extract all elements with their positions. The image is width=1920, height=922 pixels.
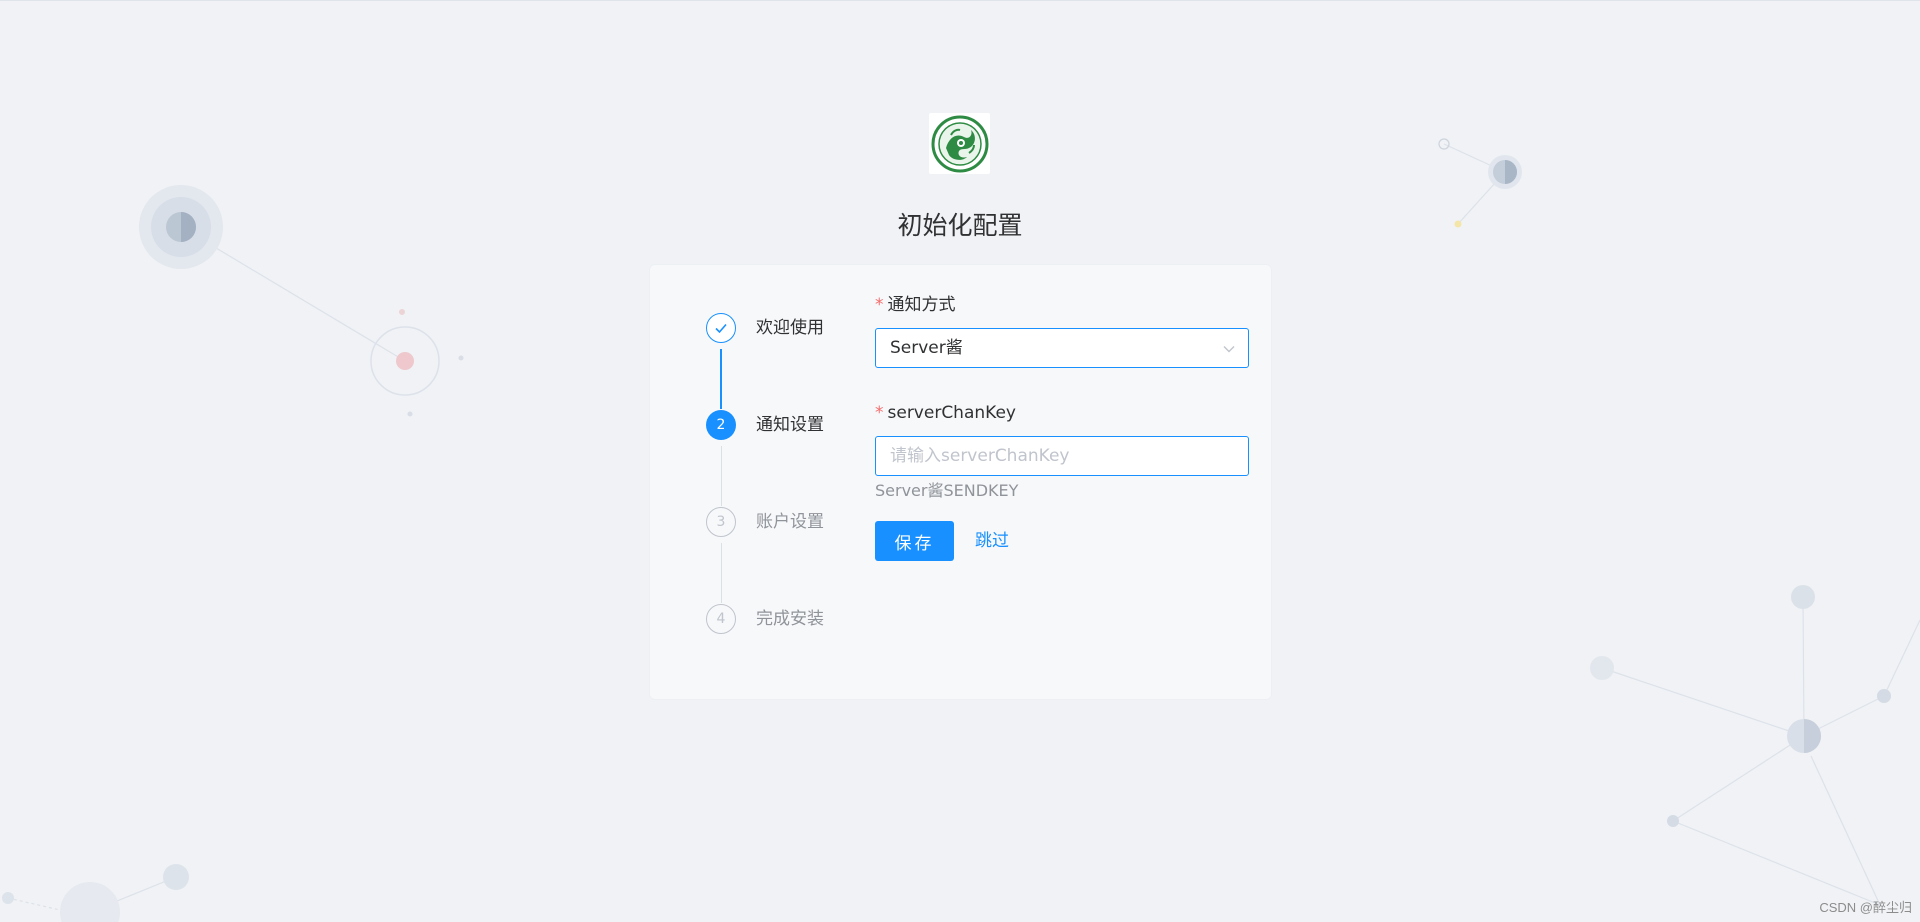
step-label: 完成安装 xyxy=(756,609,824,629)
step-finish: 4 完成安装 xyxy=(706,604,866,634)
required-mark: * xyxy=(875,295,884,315)
server-chan-key-input[interactable] xyxy=(875,436,1249,476)
step-welcome: 欢迎使用 xyxy=(706,313,866,343)
server-chan-key-label: * serverChanKey xyxy=(875,401,1016,425)
step-number: 4 xyxy=(706,604,736,634)
step-number: 2 xyxy=(706,410,736,440)
notify-method-label-text: 通知方式 xyxy=(887,295,956,315)
chevron-down-icon xyxy=(1223,346,1235,353)
step-check-circle xyxy=(706,313,736,343)
page-title: 初始化配置 xyxy=(897,211,1023,240)
server-chan-key-help: Server酱SENDKEY xyxy=(875,481,1019,500)
notify-method-value: Server酱 xyxy=(890,338,963,358)
step-connector-2 xyxy=(721,446,722,506)
skip-link[interactable]: 跳过 xyxy=(975,521,1009,561)
step-label: 欢迎使用 xyxy=(756,318,824,338)
app-logo xyxy=(929,113,990,174)
step-number: 3 xyxy=(706,507,736,537)
watermark: CSDN @醉尘归 xyxy=(1819,900,1912,915)
server-chan-key-label-text: serverChanKey xyxy=(887,403,1016,423)
step-account: 3 账户设置 xyxy=(706,507,866,537)
setup-card: 欢迎使用 2 通知设置 3 账户设置 4 完成安装 * 通知方式 Server酱 … xyxy=(649,264,1272,700)
notify-method-select[interactable]: Server酱 xyxy=(875,328,1249,368)
save-button[interactable]: 保存 xyxy=(875,521,954,561)
step-label: 通知设置 xyxy=(756,415,824,435)
steps: 欢迎使用 2 通知设置 3 账户设置 4 完成安装 xyxy=(706,313,866,653)
required-mark: * xyxy=(875,403,884,423)
check-icon xyxy=(715,323,727,334)
step-notification: 2 通知设置 xyxy=(706,410,866,440)
step-label: 账户设置 xyxy=(756,512,824,532)
dragon-emblem-icon xyxy=(931,115,988,172)
step-connector-3 xyxy=(721,543,722,603)
step-connector-1 xyxy=(720,349,722,409)
notify-method-label: * 通知方式 xyxy=(875,293,956,317)
